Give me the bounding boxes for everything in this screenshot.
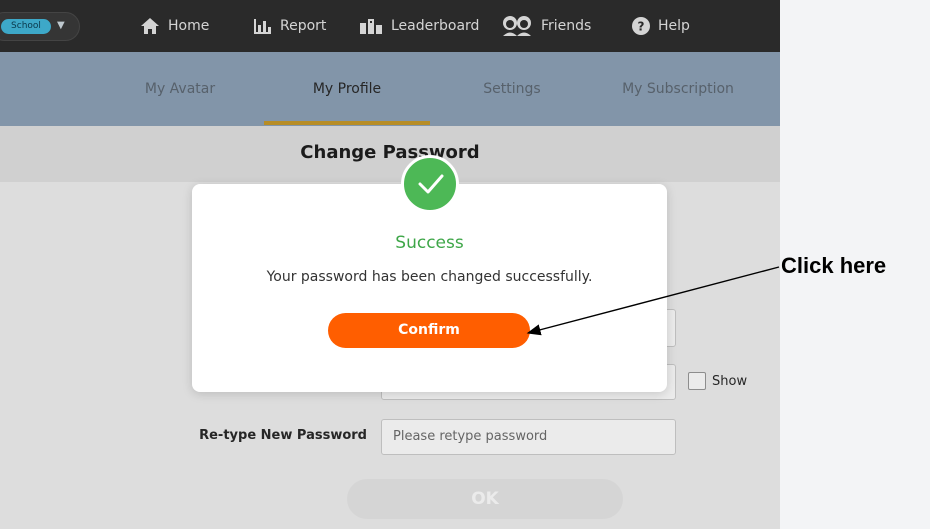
- annotation-callout: Click here: [781, 253, 887, 278]
